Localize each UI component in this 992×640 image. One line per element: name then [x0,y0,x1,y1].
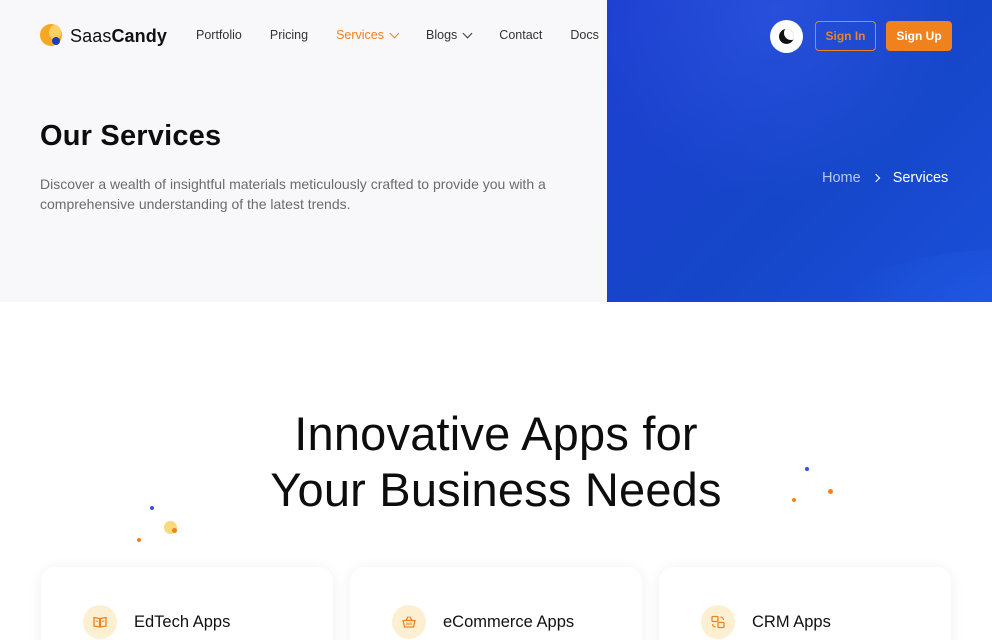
nav-item-label: Pricing [269,28,309,42]
sign-up-button[interactable]: Sign Up [886,21,952,51]
nav-item-label: Docs [570,28,599,42]
decor-dot [828,489,833,494]
nav-item-label: Portfolio [196,28,242,42]
decor-dot [137,538,141,542]
saascandy-logo-icon [40,24,64,48]
moon-icon [779,29,794,44]
nav-item-docs[interactable]: Docs [570,28,598,42]
service-card-crm[interactable]: CRM Apps [659,567,951,640]
sign-in-button[interactable]: Sign In [815,21,876,51]
breadcrumb-current: Services [892,170,949,186]
decor-dot [172,528,177,533]
crm-icon [701,605,735,639]
service-card-edtech[interactable]: EdTech Apps [41,567,333,640]
nav-item-services[interactable]: Services [336,28,400,42]
brand-name-light: Saas [70,25,112,46]
decor-dot [150,506,154,510]
nav-item-label: Blogs [426,28,458,42]
page-description: Discover a wealth of insightful material… [40,176,546,212]
brand-name-bold: Candy [111,25,167,46]
page-title: Our Services [40,120,222,152]
chevron-down-icon [462,28,473,38]
hero-glow-bottom [787,250,992,302]
service-card-ecommerce[interactable]: eCommerce Apps [350,567,642,640]
nav-item-portfolio[interactable]: Portfolio [196,28,242,42]
decor-dot [792,498,796,502]
chevron-down-icon [389,28,400,38]
service-card-title: eCommerce Apps [443,613,575,631]
book-icon [83,605,117,639]
brand-logo[interactable]: SaasCandy [40,24,167,48]
section-title: Innovative Apps for Your Business Needs [0,406,992,518]
theme-toggle-button[interactable] [770,20,803,53]
nav-item-label: Contact [499,28,543,42]
nav-item-contact[interactable]: Contact [499,28,542,42]
nav-item-blogs[interactable]: Blogs [426,28,473,42]
section-title-line2: Your Business Needs [270,463,722,516]
brand-name: SaasCandy [70,26,167,47]
section-title-line1: Innovative Apps for [294,407,698,460]
breadcrumb: Home Services [822,170,948,186]
service-card-title: EdTech Apps [134,613,231,631]
nav-item-label: Services [336,28,385,42]
breadcrumb-home-link[interactable]: Home [822,170,861,186]
basket-icon [392,605,426,639]
decor-dot [805,467,809,471]
chevron-right-icon [871,173,880,183]
service-card-title: CRM Apps [752,613,831,631]
main-nav: Portfolio Pricing Services Blogs Contact… [196,28,627,42]
nav-item-pricing[interactable]: Pricing [270,28,308,42]
